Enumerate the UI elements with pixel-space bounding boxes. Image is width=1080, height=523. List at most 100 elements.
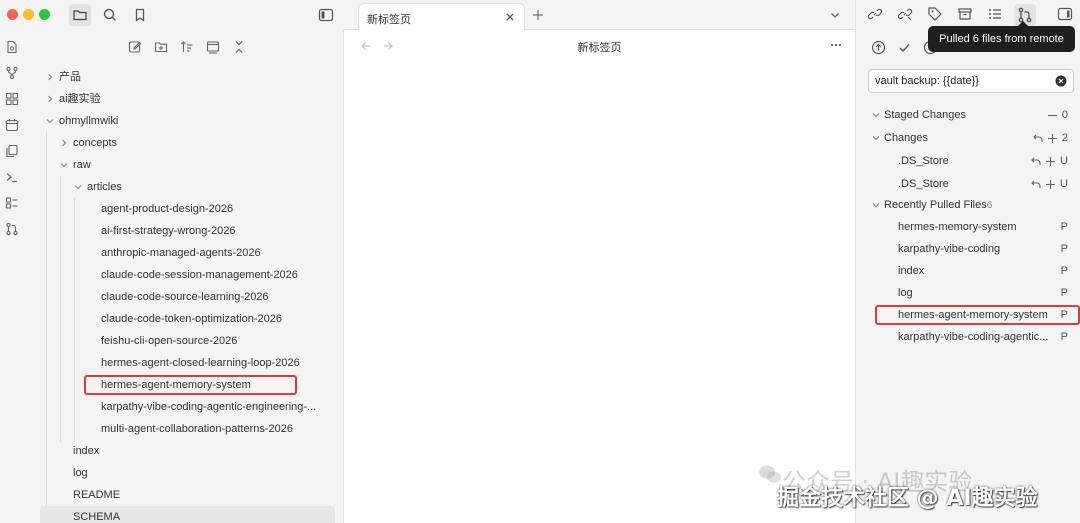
close-window-button[interactable] [7, 9, 18, 20]
file-name: index [898, 265, 925, 277]
graph-view-button[interactable] [5, 66, 19, 80]
tree-folder[interactable]: ai趣实验 [59, 89, 101, 109]
plus-icon[interactable] [1045, 156, 1056, 167]
toggle-right-sidebar-button[interactable] [1057, 6, 1073, 22]
tree-file[interactable]: claude-code-token-optimization-2026 [101, 309, 282, 329]
file-name: log [898, 287, 913, 299]
sidebar-right-icon [1057, 7, 1073, 21]
chevron-down-icon[interactable] [73, 182, 83, 192]
calendar-button[interactable] [5, 118, 19, 132]
x-circle-icon [1055, 75, 1067, 87]
tab-bar: 新标签页 [344, 0, 855, 30]
commit-message-text: vault backup: {{date}} [875, 75, 979, 87]
indent-guide [74, 198, 75, 442]
toggle-left-sidebar-button[interactable] [317, 6, 335, 24]
tree-file[interactable]: claude-code-session-management-2026 [101, 265, 298, 285]
commit-message-input[interactable]: vault backup: {{date}} [868, 69, 1074, 93]
tree-file[interactable]: ai-first-strategy-wrong-2026 [101, 221, 236, 241]
tree-file[interactable]: log [73, 463, 88, 483]
new-folder-button[interactable] [154, 40, 168, 54]
pulled-file[interactable]: karpathy-vibe-coding-agentic... [898, 327, 1048, 347]
plus-icon[interactable] [1047, 133, 1058, 144]
sort-button[interactable] [180, 40, 194, 54]
pulled-file[interactable]: hermes-memory-system [898, 217, 1017, 237]
tasks-button[interactable] [5, 196, 19, 210]
row-actions: P [1057, 261, 1068, 281]
right-sidebar: vault backup: {{date}} Staged Changes 0 Ch… [855, 0, 1080, 523]
tree-file[interactable]: hermes-agent-closed-learning-loop-2026 [101, 353, 300, 373]
templates-button[interactable] [5, 144, 19, 158]
arrow-up-circle-icon [871, 40, 886, 55]
calendar-icon [5, 119, 19, 132]
tree-folder[interactable]: raw [73, 155, 91, 175]
command-palette-button[interactable] [5, 170, 19, 184]
new-tab-button[interactable] [531, 8, 545, 22]
tree-item-label: log [73, 467, 88, 479]
clear-message-button[interactable] [1055, 75, 1067, 87]
chevron-right-icon[interactable] [45, 72, 55, 82]
undo-icon[interactable] [1033, 133, 1044, 144]
more-options-button[interactable] [829, 39, 843, 51]
chevron-right-icon[interactable] [59, 138, 69, 148]
tree-item-label: claude-code-source-learning-2026 [101, 291, 269, 303]
tree-file[interactable]: index [73, 441, 99, 461]
tree-file[interactable]: README [73, 485, 120, 505]
backlinks-button[interactable] [867, 6, 883, 22]
undo-icon[interactable] [1031, 156, 1042, 167]
plus-icon[interactable] [1045, 179, 1056, 190]
outgoing-links-button[interactable] [897, 6, 913, 22]
daily-note-button[interactable] [5, 40, 19, 54]
commit-button[interactable] [897, 40, 912, 55]
changes-section[interactable]: Changes [872, 128, 928, 148]
search-view-button[interactable] [101, 6, 119, 24]
edit-icon [128, 41, 142, 53]
properties-button[interactable] [957, 6, 973, 22]
pulled-file[interactable]: log [898, 283, 913, 303]
tree-file[interactable]: anthropic-managed-agents-2026 [101, 243, 261, 263]
section-label: Changes [884, 132, 929, 144]
ribbon [0, 30, 24, 523]
files-view-button[interactable] [69, 4, 91, 26]
chevron-down-icon[interactable] [59, 160, 69, 170]
tab-list-button[interactable] [829, 9, 841, 21]
tree-folder[interactable]: ohmyllmwiki [59, 111, 118, 131]
tree-folder[interactable]: 产品 [59, 67, 81, 87]
changed-file[interactable]: .DS_Store [898, 151, 949, 171]
staged-changes-section[interactable]: Staged Changes [872, 105, 966, 125]
source-control-button[interactable] [5, 222, 19, 236]
folder-icon [73, 10, 87, 21]
undo-icon[interactable] [1031, 179, 1042, 190]
collapse-all-button[interactable] [232, 40, 246, 54]
recent-pulled-section[interactable]: Recently Pulled Files6 [872, 195, 992, 215]
push-button[interactable] [871, 40, 886, 55]
plus-icon [533, 10, 543, 20]
tree-folder[interactable]: concepts [73, 133, 117, 153]
changed-file[interactable]: .DS_Store [898, 174, 949, 194]
pulled-file[interactable]: index [898, 261, 924, 281]
tree-file[interactable]: SCHEMA [73, 507, 120, 523]
indent-guide [46, 132, 47, 523]
tree-file[interactable]: feishu-cli-open-source-2026 [101, 331, 237, 351]
tree-file[interactable]: agent-product-design-2026 [101, 199, 233, 219]
tab-close-button[interactable] [504, 11, 516, 23]
outline-button[interactable] [987, 6, 1003, 22]
bookmarks-view-button[interactable] [131, 6, 149, 24]
tree-item-label: ai-first-strategy-wrong-2026 [101, 225, 236, 237]
file-name: .DS_Store [898, 155, 949, 167]
tree-file[interactable]: karpathy-vibe-coding-agentic-engineering… [101, 397, 316, 417]
tree-file[interactable]: claude-code-source-learning-2026 [101, 287, 269, 307]
canvas-button[interactable] [5, 92, 19, 106]
tree-folder[interactable]: articles [87, 177, 122, 197]
tab-new[interactable]: 新标签页 [358, 3, 525, 30]
maximize-window-button[interactable] [39, 9, 50, 20]
new-note-button[interactable] [128, 40, 142, 54]
minus-icon[interactable] [1047, 110, 1058, 121]
auto-reveal-button[interactable] [206, 40, 220, 54]
terminal-icon [6, 173, 17, 183]
tags-button[interactable] [927, 6, 943, 22]
minimize-window-button[interactable] [23, 9, 34, 20]
tree-file[interactable]: multi-agent-collaboration-patterns-2026 [101, 419, 293, 439]
chevron-right-icon[interactable] [45, 94, 55, 104]
pulled-file[interactable]: karpathy-vibe-coding [898, 239, 1000, 259]
chevron-down-icon[interactable] [45, 116, 55, 126]
